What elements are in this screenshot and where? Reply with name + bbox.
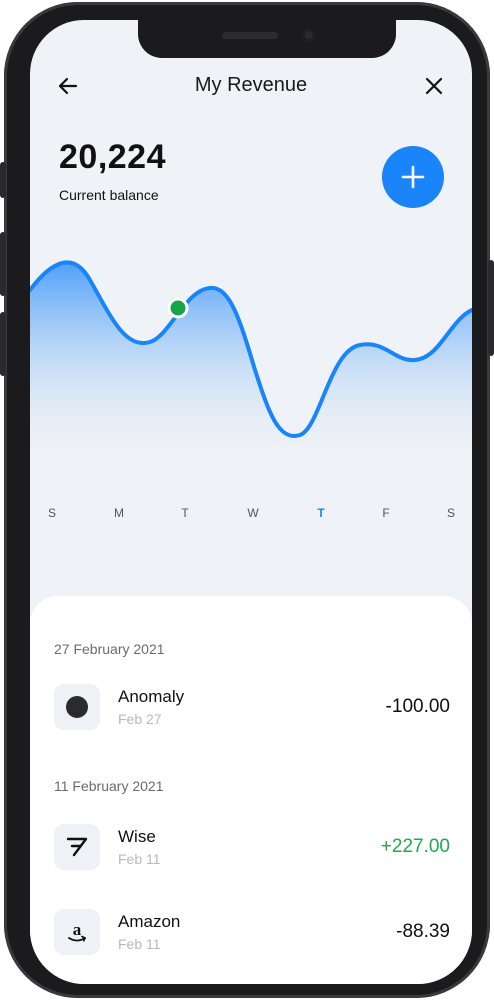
close-icon [425, 77, 443, 95]
volume-down-button [0, 312, 6, 376]
transaction-icon [54, 684, 100, 730]
day-selector: S M T W T F S [30, 506, 472, 526]
revenue-chart [30, 260, 472, 470]
transaction-amount: -100.00 [385, 696, 450, 717]
header: My Revenue [30, 66, 472, 106]
svg-text:a: a [73, 920, 82, 939]
transaction-date: Feb 11 [118, 936, 161, 952]
plus-icon [401, 165, 425, 189]
add-button[interactable] [382, 146, 444, 208]
transaction-name: Anomaly [118, 687, 185, 706]
day-saturday[interactable]: S [436, 506, 466, 520]
day-thursday[interactable]: T [306, 506, 336, 520]
speaker [222, 32, 278, 39]
volume-up-button [0, 232, 6, 296]
day-monday[interactable]: M [104, 506, 134, 520]
day-tuesday[interactable]: T [170, 506, 200, 520]
transaction-row[interactable]: Wise Feb 11 +227.00 [54, 824, 450, 874]
transaction-amount: +227.00 [380, 836, 450, 857]
transaction-date: Feb 11 [118, 851, 161, 867]
balance-label: Current balance [59, 187, 159, 203]
transaction-name: Wise [118, 827, 156, 846]
amazon-logo-icon: a [68, 920, 86, 942]
transaction-row[interactable]: a Amazon Feb 11 -88.39 [54, 909, 450, 959]
transaction-icon [54, 824, 100, 870]
wise-logo-icon [66, 837, 88, 857]
front-camera [302, 28, 316, 42]
screen: My Revenue 20,224 Current balance S M T … [30, 20, 472, 984]
transaction-row[interactable]: Anomaly Feb 27 -100.00 [54, 684, 450, 734]
page-title: My Revenue [194, 74, 308, 96]
circle-logo-icon [66, 696, 88, 718]
transaction-date: Feb 27 [118, 711, 162, 727]
notch [138, 20, 396, 58]
power-button [488, 260, 494, 356]
transactions-sheet: 27 February 2021 Anomaly Feb 27 -100.00 … [30, 596, 472, 984]
transaction-name: Amazon [118, 912, 181, 931]
mute-switch [0, 162, 6, 198]
transaction-icon: a [54, 909, 100, 955]
day-wednesday[interactable]: W [238, 506, 268, 520]
phone-frame: My Revenue 20,224 Current balance S M T … [0, 2, 494, 998]
group-date: 27 February 2021 [54, 641, 165, 657]
close-button[interactable] [418, 70, 450, 102]
day-sunday[interactable]: S [37, 506, 67, 520]
group-date: 11 February 2021 [54, 778, 164, 794]
day-friday[interactable]: F [371, 506, 401, 520]
transaction-amount: -88.39 [396, 921, 450, 942]
balance-amount: 20,224 [59, 138, 166, 176]
chart-highlight-point[interactable] [167, 297, 189, 319]
